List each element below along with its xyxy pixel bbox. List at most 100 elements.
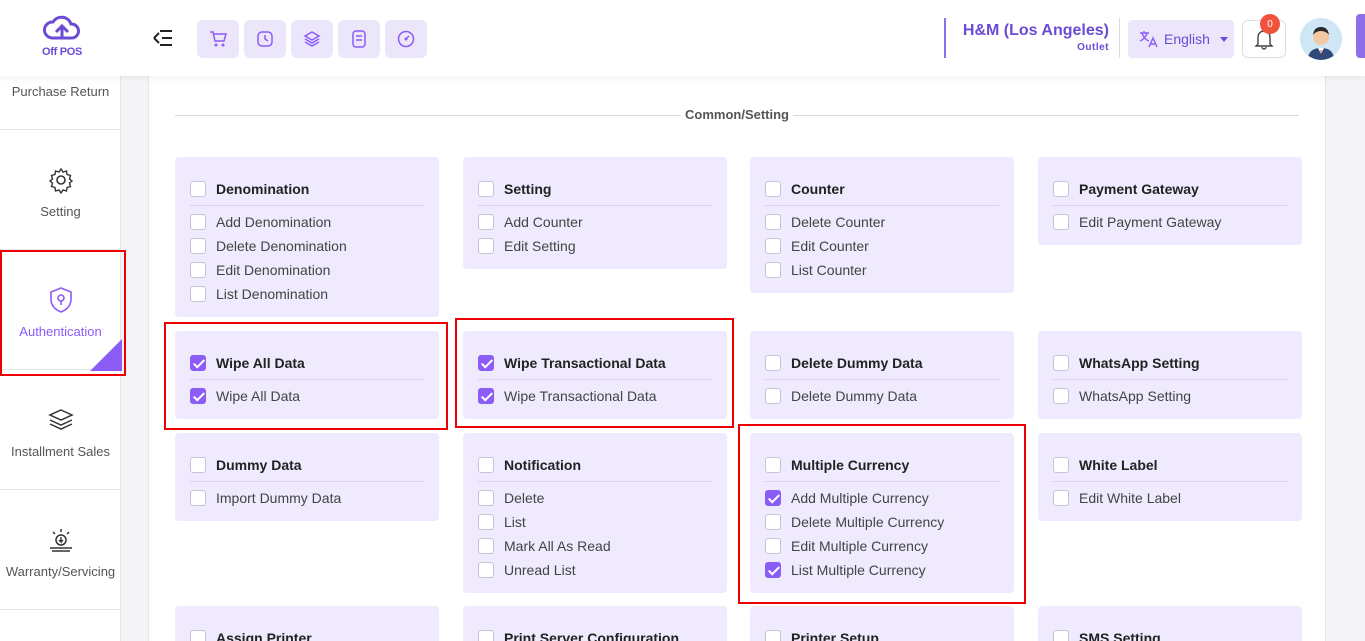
permission-checkbox[interactable] bbox=[190, 214, 206, 230]
group-checkbox[interactable] bbox=[765, 181, 781, 197]
permission-item[interactable]: List Counter bbox=[765, 258, 999, 282]
group-checkbox[interactable] bbox=[478, 181, 494, 197]
permission-group-header[interactable]: Wipe Transactional Data bbox=[478, 353, 712, 380]
dashboard-button[interactable] bbox=[385, 20, 427, 58]
permission-item[interactable]: Import Dummy Data bbox=[190, 486, 424, 510]
permission-group-header[interactable]: Printer Setup bbox=[765, 628, 999, 641]
permission-item[interactable]: Unread List bbox=[478, 558, 712, 582]
permission-checkbox[interactable] bbox=[765, 262, 781, 278]
permission-group-header[interactable]: WhatsApp Setting bbox=[1053, 353, 1287, 380]
permission-item[interactable]: Mark All As Read bbox=[478, 534, 712, 558]
permission-group-header[interactable]: Setting bbox=[478, 179, 712, 206]
sidebar-item-installment-sales[interactable]: Installment Sales bbox=[0, 370, 121, 490]
permission-group-header[interactable]: Print Server Configuration bbox=[478, 628, 712, 641]
sidebar-item-warranty-servicing[interactable]: Warranty/Servicing bbox=[0, 490, 121, 610]
sidebar-item-setting[interactable]: Setting bbox=[0, 130, 121, 250]
group-checkbox[interactable] bbox=[478, 630, 494, 641]
permission-item[interactable]: Delete Denomination bbox=[190, 234, 424, 258]
permission-item[interactable]: Delete bbox=[478, 486, 712, 510]
permission-item[interactable]: Edit Counter bbox=[765, 234, 999, 258]
permission-item[interactable]: Delete Multiple Currency bbox=[765, 510, 999, 534]
menu-collapse-button[interactable] bbox=[150, 28, 174, 48]
permission-checkbox[interactable] bbox=[478, 538, 494, 554]
permission-group-header[interactable]: White Label bbox=[1053, 455, 1287, 482]
app-logo[interactable]: Off POS bbox=[30, 12, 94, 64]
permission-checkbox[interactable] bbox=[765, 214, 781, 230]
group-title: Assign Printer bbox=[216, 630, 312, 641]
permission-checkbox[interactable] bbox=[765, 490, 781, 506]
permission-item[interactable]: Edit Multiple Currency bbox=[765, 534, 999, 558]
group-checkbox[interactable] bbox=[1053, 355, 1069, 371]
attendance-button[interactable] bbox=[244, 20, 286, 58]
permission-checkbox[interactable] bbox=[478, 214, 494, 230]
permission-label: List Counter bbox=[791, 262, 867, 278]
permission-item[interactable]: Delete Counter bbox=[765, 210, 999, 234]
permission-checkbox[interactable] bbox=[765, 514, 781, 530]
permission-item[interactable]: Delete Dummy Data bbox=[765, 384, 999, 408]
permission-checkbox[interactable] bbox=[190, 262, 206, 278]
permission-item[interactable]: Add Counter bbox=[478, 210, 712, 234]
permission-item[interactable]: Wipe Transactional Data bbox=[478, 384, 712, 408]
permission-item[interactable]: WhatsApp Setting bbox=[1053, 384, 1287, 408]
permission-checkbox[interactable] bbox=[190, 238, 206, 254]
permission-item[interactable]: List Denomination bbox=[190, 282, 424, 306]
permission-item[interactable]: Edit White Label bbox=[1053, 486, 1287, 510]
pos-cart-button[interactable] bbox=[197, 20, 239, 58]
permission-checkbox[interactable] bbox=[765, 238, 781, 254]
permission-item[interactable]: Edit Setting bbox=[478, 234, 712, 258]
permission-checkbox[interactable] bbox=[190, 286, 206, 302]
permission-group-header[interactable]: SMS Setting bbox=[1053, 628, 1287, 641]
permission-group-header[interactable]: Notification bbox=[478, 455, 712, 482]
permission-label: Edit Multiple Currency bbox=[791, 538, 928, 554]
permission-item[interactable]: Add Multiple Currency bbox=[765, 486, 999, 510]
outlet-info[interactable]: H&M (Los Angeles) Outlet bbox=[944, 18, 1120, 58]
permission-group-header[interactable]: Counter bbox=[765, 179, 999, 206]
group-checkbox[interactable] bbox=[1053, 457, 1069, 473]
group-checkbox[interactable] bbox=[478, 355, 494, 371]
permission-checkbox[interactable] bbox=[765, 562, 781, 578]
permission-item[interactable]: List Multiple Currency bbox=[765, 558, 999, 582]
settings-drawer-tab[interactable] bbox=[1356, 14, 1365, 58]
permission-checkbox[interactable] bbox=[478, 388, 494, 404]
permission-item[interactable]: Edit Denomination bbox=[190, 258, 424, 282]
permission-item[interactable]: Edit Payment Gateway bbox=[1053, 210, 1287, 234]
permission-checkbox[interactable] bbox=[478, 238, 494, 254]
permission-checkbox[interactable] bbox=[478, 490, 494, 506]
register-button[interactable] bbox=[338, 20, 380, 58]
language-select[interactable]: English bbox=[1128, 20, 1234, 58]
group-checkbox[interactable] bbox=[765, 630, 781, 641]
permission-item[interactable]: Add Denomination bbox=[190, 210, 424, 234]
group-checkbox[interactable] bbox=[190, 630, 206, 641]
sidebar-item-purchase-return[interactable]: Purchase Return bbox=[0, 76, 121, 130]
permission-group-header[interactable]: Payment Gateway bbox=[1053, 179, 1287, 206]
permission-checkbox[interactable] bbox=[1053, 214, 1069, 230]
permission-checkbox[interactable] bbox=[1053, 388, 1069, 404]
group-checkbox[interactable] bbox=[190, 181, 206, 197]
permission-group-header[interactable]: Delete Dummy Data bbox=[765, 353, 999, 380]
group-checkbox[interactable] bbox=[765, 457, 781, 473]
permission-item[interactable]: List bbox=[478, 510, 712, 534]
permission-group-header[interactable]: Denomination bbox=[190, 179, 424, 206]
group-checkbox[interactable] bbox=[1053, 630, 1069, 641]
group-checkbox[interactable] bbox=[190, 355, 206, 371]
permission-checkbox[interactable] bbox=[478, 562, 494, 578]
group-checkbox[interactable] bbox=[1053, 181, 1069, 197]
user-avatar[interactable] bbox=[1300, 18, 1342, 60]
permission-group-header[interactable]: Wipe All Data bbox=[190, 353, 424, 380]
permission-checkbox[interactable] bbox=[190, 388, 206, 404]
permission-item[interactable]: Wipe All Data bbox=[190, 384, 424, 408]
permission-checkbox[interactable] bbox=[190, 490, 206, 506]
permission-label: Delete Dummy Data bbox=[791, 388, 918, 404]
section-title: Common/Setting bbox=[681, 107, 793, 122]
group-checkbox[interactable] bbox=[190, 457, 206, 473]
group-checkbox[interactable] bbox=[765, 355, 781, 371]
permission-checkbox[interactable] bbox=[765, 538, 781, 554]
permission-checkbox[interactable] bbox=[1053, 490, 1069, 506]
stack-button[interactable] bbox=[291, 20, 333, 58]
permission-checkbox[interactable] bbox=[765, 388, 781, 404]
permission-group-header[interactable]: Multiple Currency bbox=[765, 455, 999, 482]
permission-checkbox[interactable] bbox=[478, 514, 494, 530]
permission-group-header[interactable]: Assign Printer bbox=[190, 628, 424, 641]
group-checkbox[interactable] bbox=[478, 457, 494, 473]
permission-group-header[interactable]: Dummy Data bbox=[190, 455, 424, 482]
